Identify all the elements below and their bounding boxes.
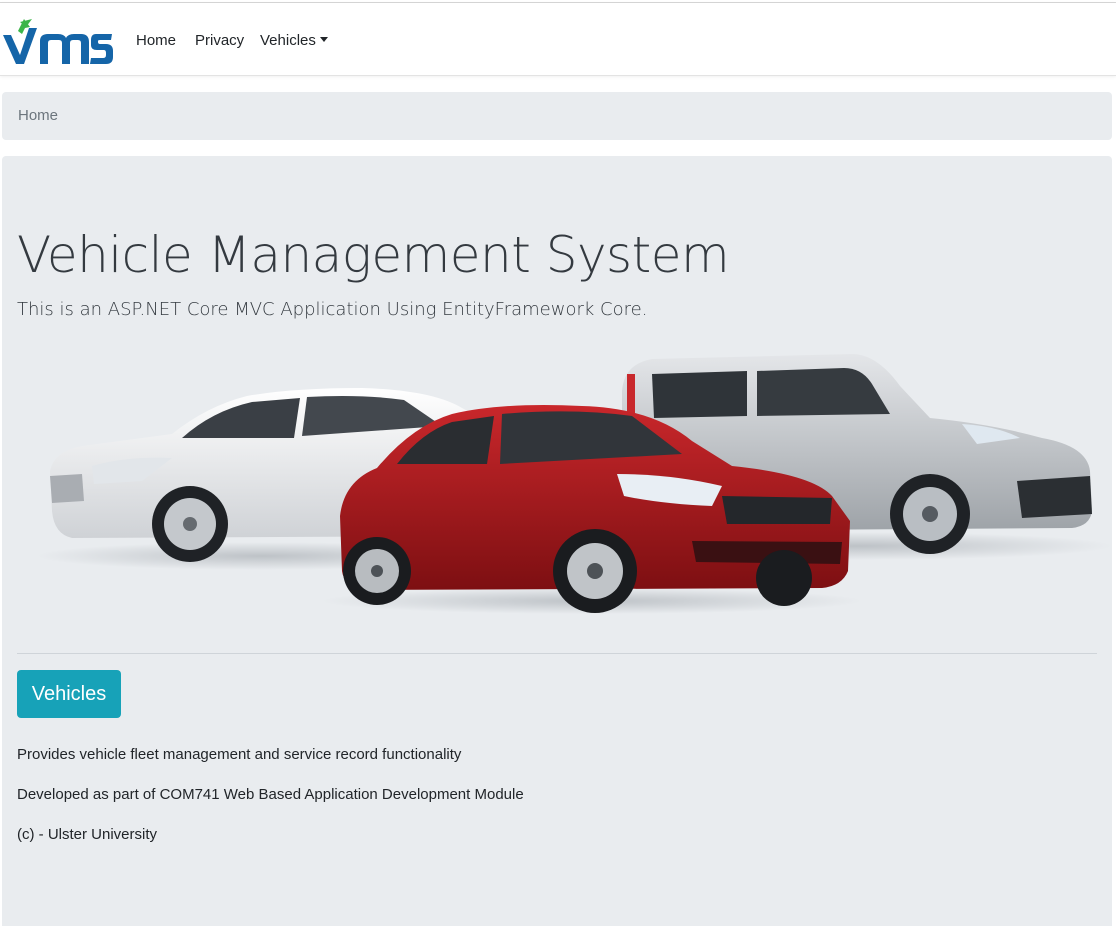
info-copyright: (c) - Ulster University [17,826,158,843]
vehicles-button[interactable]: Vehicles [17,670,121,718]
nav-privacy-link[interactable]: Privacy [195,31,244,51]
hero-jumbotron: Vehicle Management System This is an ASP… [2,156,1112,926]
info-module: Developed as part of COM741 Web Based Ap… [17,786,524,803]
navbar: Home Privacy Vehicles [0,3,1116,76]
dropdown-caret-icon [319,37,328,42]
page-title: Vehicle Management System [17,226,730,284]
breadcrumb: Home [2,92,1112,140]
cars-image [37,354,1112,614]
hero-divider [17,653,1097,654]
hero-lead: This is an ASP.NET Core MVC Application … [17,299,648,320]
info-description: Provides vehicle fleet management and se… [17,746,462,763]
breadcrumb-item-home: Home [18,107,59,124]
nav-vehicles-label: Vehicles [260,32,316,49]
nav-home-link[interactable]: Home [136,31,176,51]
nav-vehicles-dropdown[interactable]: Vehicles [260,31,328,51]
brand-logo[interactable] [0,17,114,67]
